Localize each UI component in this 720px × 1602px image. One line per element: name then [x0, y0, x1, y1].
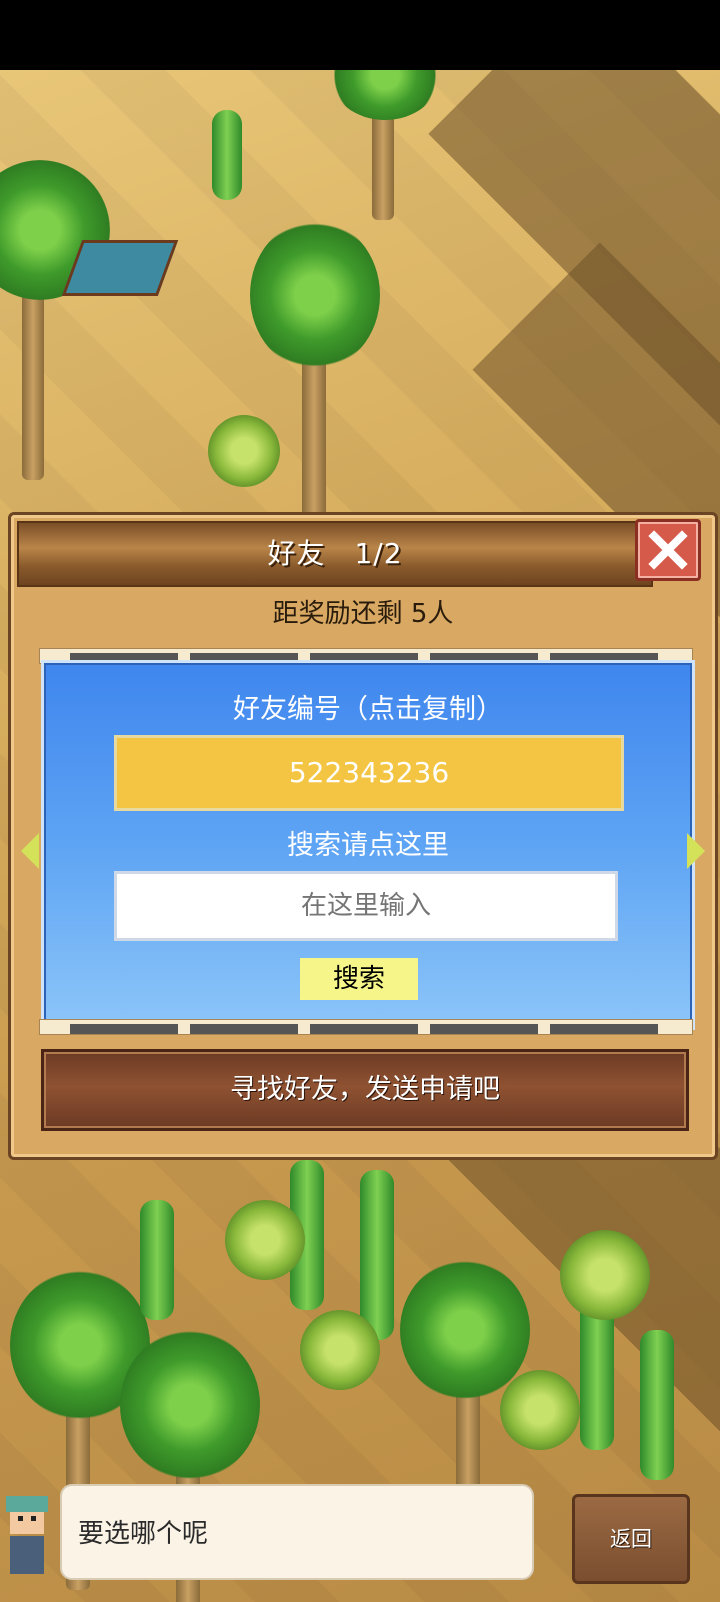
search-input[interactable] [114, 871, 618, 941]
bush [225, 1200, 305, 1280]
status-bar [0, 0, 720, 70]
friends-dialog: 好友 1/2 距奖励还剩 5人 好友编号（点击复制） 522343236 搜索请… [8, 512, 718, 1160]
dialog-title-bar: 好友 1/2 [17, 521, 653, 587]
bush [208, 415, 280, 487]
cactus [580, 1300, 614, 1450]
find-friends-button[interactable]: 寻找好友，发送申请吧 [41, 1049, 689, 1131]
friend-id-copy-field[interactable]: 522343236 [114, 735, 624, 811]
dialog-title: 好友 1/2 [267, 537, 403, 570]
camp-tent [61, 240, 179, 296]
back-button[interactable]: 返回 [572, 1494, 690, 1584]
friend-search-panel: 好友编号（点击复制） 522343236 搜索请点这里 搜索 [41, 660, 695, 1030]
search-button[interactable]: 搜索 [300, 958, 418, 1000]
advisor-avatar [0, 1484, 54, 1584]
cactus [140, 1200, 174, 1320]
reward-progress-text: 距奖励还剩 5人 [272, 599, 454, 629]
cactus [212, 110, 242, 200]
bush [500, 1370, 580, 1450]
search-label: 搜索请点这里 [287, 830, 449, 861]
bush [300, 1310, 380, 1390]
friend-id-label: 好友编号（点击复制） [233, 694, 503, 725]
close-icon [648, 530, 688, 570]
chevron-left-icon[interactable] [21, 833, 39, 869]
close-button[interactable] [635, 519, 701, 581]
panel-bottom-strip [39, 1019, 693, 1035]
cactus [360, 1170, 394, 1340]
advisor-speech-bubble: 要选哪个呢 [60, 1484, 534, 1580]
cactus [640, 1330, 674, 1480]
chevron-right-icon[interactable] [687, 833, 705, 869]
bush [560, 1230, 650, 1320]
